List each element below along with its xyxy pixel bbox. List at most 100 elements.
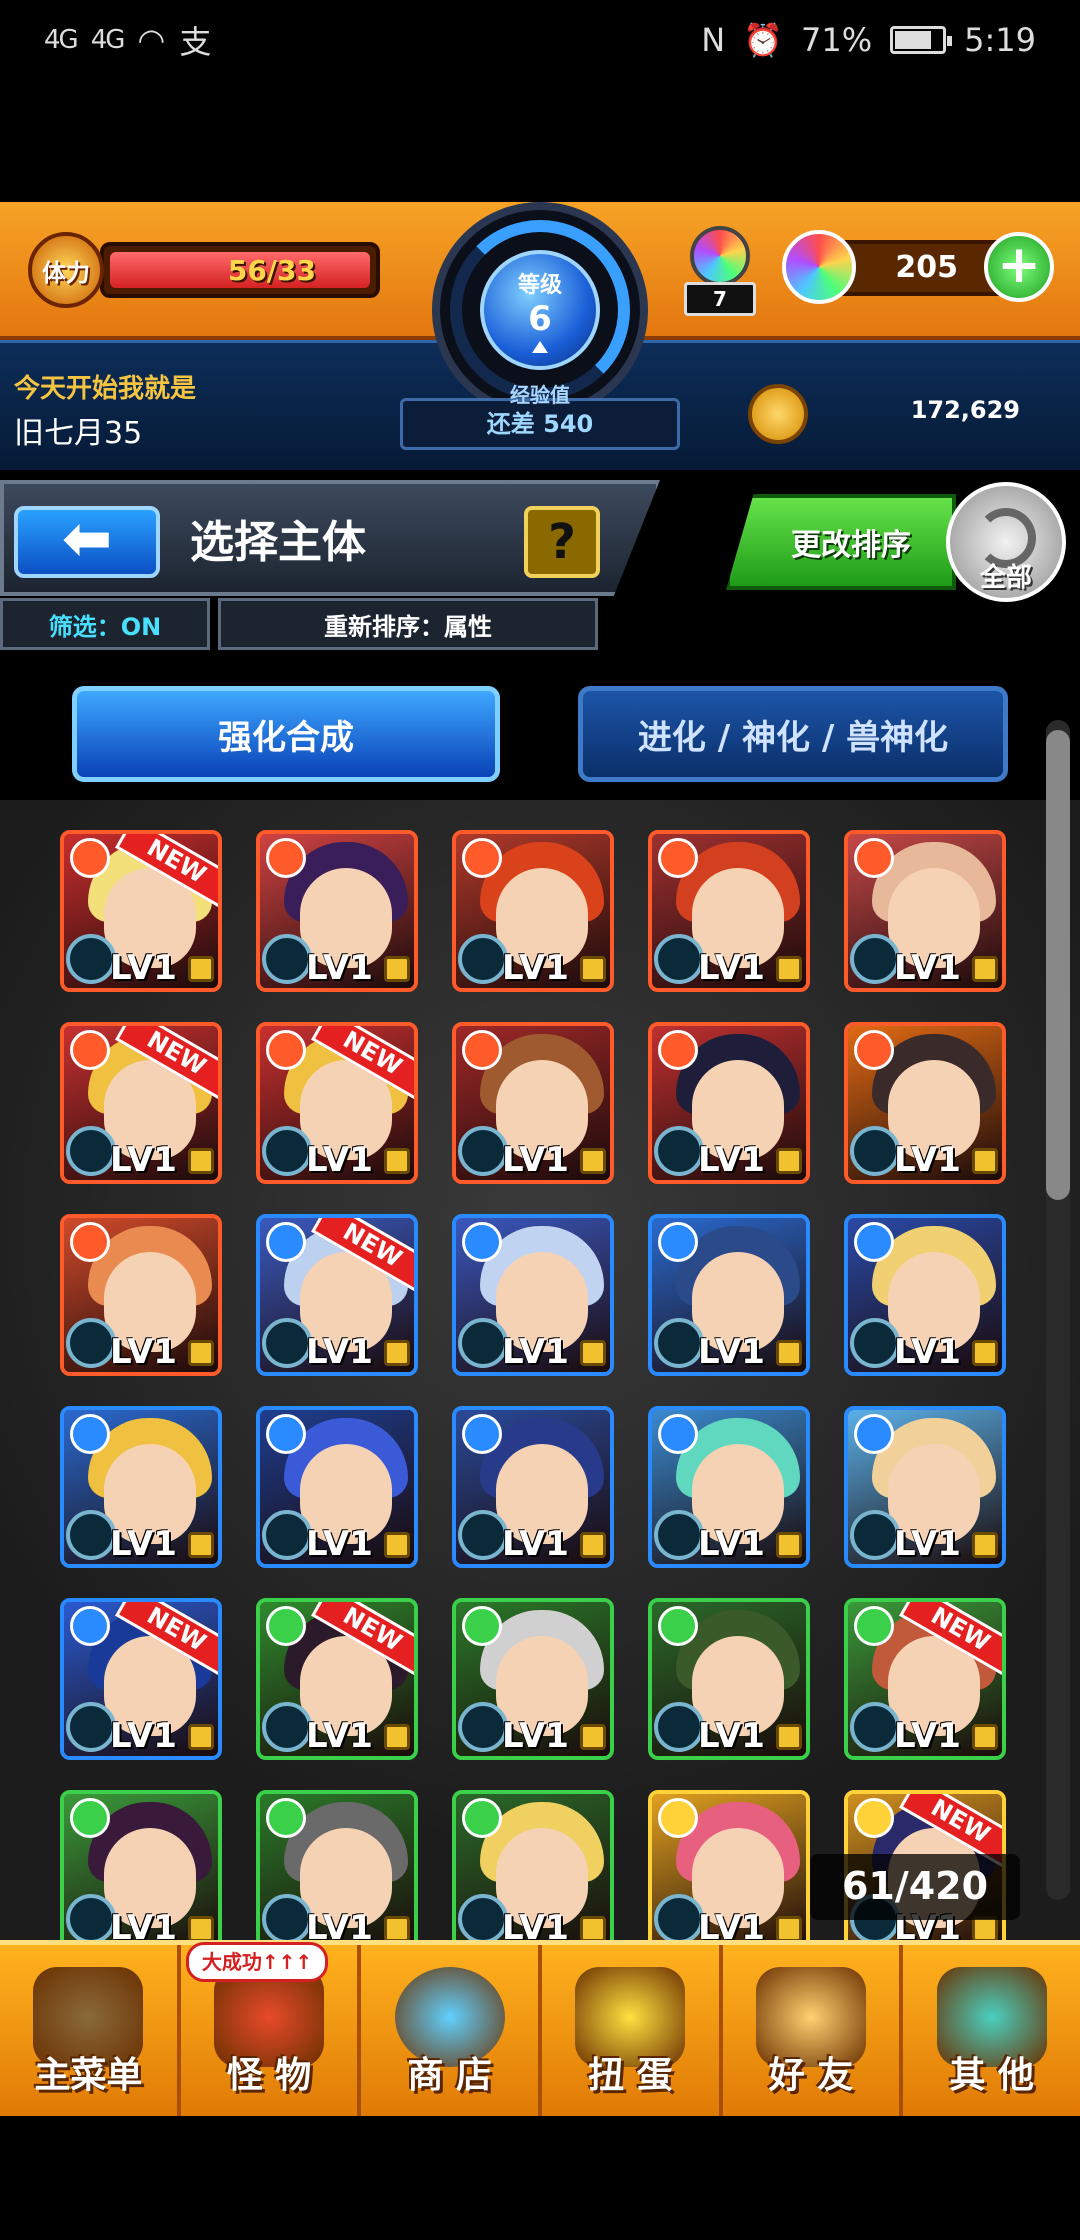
- monster-card[interactable]: LV1: [452, 1790, 614, 1940]
- luck-orb-icon: [654, 1894, 704, 1940]
- luck-orb-icon: [654, 1510, 704, 1560]
- battery-percent: 71%: [801, 21, 873, 59]
- monster-card[interactable]: LV1: [452, 1214, 614, 1376]
- level-up-arrow-icon: [532, 341, 548, 353]
- nfc-icon: N: [701, 21, 726, 59]
- nav-item-4[interactable]: 好 友: [723, 1945, 904, 2116]
- nav-item-label: 主菜单: [34, 2055, 143, 2096]
- monster-card[interactable]: LV1: [60, 1406, 222, 1568]
- fire-attribute-icon: [70, 838, 110, 878]
- monster-card[interactable]: LV1: [256, 1406, 418, 1568]
- monster-card[interactable]: NEW LV1: [60, 830, 222, 992]
- luck-orb-icon: [458, 1702, 508, 1752]
- monster-card[interactable]: LV1: [648, 1214, 810, 1376]
- monster-card[interactable]: LV1: [648, 1790, 810, 1940]
- all-button-label: 全部: [979, 563, 1032, 593]
- monster-card[interactable]: LV1: [844, 830, 1006, 992]
- monster-level: LV1: [502, 1908, 569, 1940]
- monster-card[interactable]: LV1: [648, 1406, 810, 1568]
- lock-icon: [776, 1724, 802, 1750]
- luck-orb-icon: [458, 1126, 508, 1176]
- fire-attribute-icon: [266, 838, 306, 878]
- monster-card[interactable]: LV1: [844, 1214, 1006, 1376]
- monster-level: LV1: [502, 1332, 569, 1372]
- monster-card[interactable]: NEW LV1: [844, 1598, 1006, 1760]
- filter-row: 筛选：ON 重新排序：属性: [0, 598, 600, 650]
- item-stock[interactable]: 7: [680, 218, 760, 316]
- light-attribute-icon: [854, 1798, 894, 1838]
- lock-icon: [188, 1532, 214, 1558]
- lock-icon: [188, 1148, 214, 1174]
- monster-level: LV1: [894, 1140, 961, 1180]
- wood-attribute-icon: [658, 1606, 698, 1646]
- luck-orb-icon: [66, 1894, 116, 1940]
- lock-icon: [776, 1532, 802, 1558]
- nav-item-2[interactable]: 商 店: [361, 1945, 543, 2116]
- nav-item-3[interactable]: 扭 蛋: [542, 1945, 723, 2116]
- exp-label: 经验值: [510, 383, 570, 407]
- lock-icon: [384, 1532, 410, 1558]
- lock-icon: [776, 1340, 802, 1366]
- monster-level: LV1: [110, 1524, 177, 1564]
- water-attribute-icon: [70, 1606, 110, 1646]
- box-counter: 61/420: [810, 1854, 1020, 1920]
- level-core: 等级 6: [480, 250, 600, 370]
- monster-card[interactable]: LV1: [60, 1790, 222, 1940]
- monster-level: LV1: [698, 1716, 765, 1756]
- monster-card[interactable]: LV1: [452, 830, 614, 992]
- wood-attribute-icon: [70, 1798, 110, 1838]
- wood-attribute-icon: [462, 1798, 502, 1838]
- luck-orb-icon: [262, 1894, 312, 1940]
- change-sort-button[interactable]: 更改排序: [726, 494, 956, 590]
- wood-attribute-icon: [854, 1606, 894, 1646]
- luck-orb-icon: [654, 1702, 704, 1752]
- lock-icon: [776, 956, 802, 982]
- monster-card[interactable]: NEW LV1: [256, 1214, 418, 1376]
- monster-card[interactable]: LV1: [256, 830, 418, 992]
- monster-level: LV1: [306, 1524, 373, 1564]
- lock-icon: [188, 1724, 214, 1750]
- monster-level: LV1: [502, 948, 569, 988]
- monster-card[interactable]: LV1: [844, 1406, 1006, 1568]
- monster-level: LV1: [306, 1140, 373, 1180]
- monster-card[interactable]: LV1: [648, 1598, 810, 1760]
- nav-item-0[interactable]: 主菜单: [0, 1945, 181, 2116]
- back-button[interactable]: ⬅: [14, 506, 160, 578]
- monster-card[interactable]: LV1: [60, 1214, 222, 1376]
- tab-power-up[interactable]: 强化合成: [72, 686, 500, 782]
- monster-card[interactable]: LV1: [256, 1790, 418, 1940]
- all-button[interactable]: 全部: [946, 482, 1066, 602]
- stamina-icon: 体力: [28, 232, 104, 308]
- luck-orb-icon: [66, 1126, 116, 1176]
- monster-card[interactable]: NEW LV1: [256, 1598, 418, 1760]
- monster-card[interactable]: NEW LV1: [60, 1598, 222, 1760]
- water-attribute-icon: [462, 1414, 502, 1454]
- filter-toggle[interactable]: 筛选：ON: [0, 598, 210, 650]
- resort-toggle[interactable]: 重新排序：属性: [218, 598, 598, 650]
- luck-orb-icon: [262, 1126, 312, 1176]
- monster-card[interactable]: LV1: [452, 1598, 614, 1760]
- monster-card[interactable]: NEW LV1: [60, 1022, 222, 1184]
- monster-level: LV1: [894, 1716, 961, 1756]
- system-nav-area: [0, 2116, 1080, 2240]
- luck-orb-icon: [262, 1318, 312, 1368]
- fire-attribute-icon: [854, 838, 894, 878]
- monster-level: LV1: [306, 1908, 373, 1940]
- scrollbar-thumb[interactable]: [1046, 730, 1070, 1200]
- monster-card[interactable]: LV1: [648, 830, 810, 992]
- nav-item-5[interactable]: 其 他: [903, 1945, 1080, 2116]
- monster-card[interactable]: LV1: [452, 1406, 614, 1568]
- buy-orbs-button[interactable]: +: [984, 232, 1054, 302]
- tab-evolve[interactable]: 进化 / 神化 / 兽神化: [578, 686, 1008, 782]
- monster-card[interactable]: NEW LV1: [256, 1022, 418, 1184]
- water-attribute-icon: [266, 1414, 306, 1454]
- stamina-value: 56/33: [227, 254, 316, 287]
- wood-attribute-icon: [462, 1606, 502, 1646]
- monster-card[interactable]: LV1: [844, 1022, 1006, 1184]
- monster-level: LV1: [698, 1332, 765, 1372]
- help-button[interactable]: ?: [524, 506, 600, 578]
- monster-card[interactable]: LV1: [452, 1022, 614, 1184]
- monster-card[interactable]: LV1: [648, 1022, 810, 1184]
- luck-orb-icon: [654, 1318, 704, 1368]
- water-attribute-icon: [658, 1222, 698, 1262]
